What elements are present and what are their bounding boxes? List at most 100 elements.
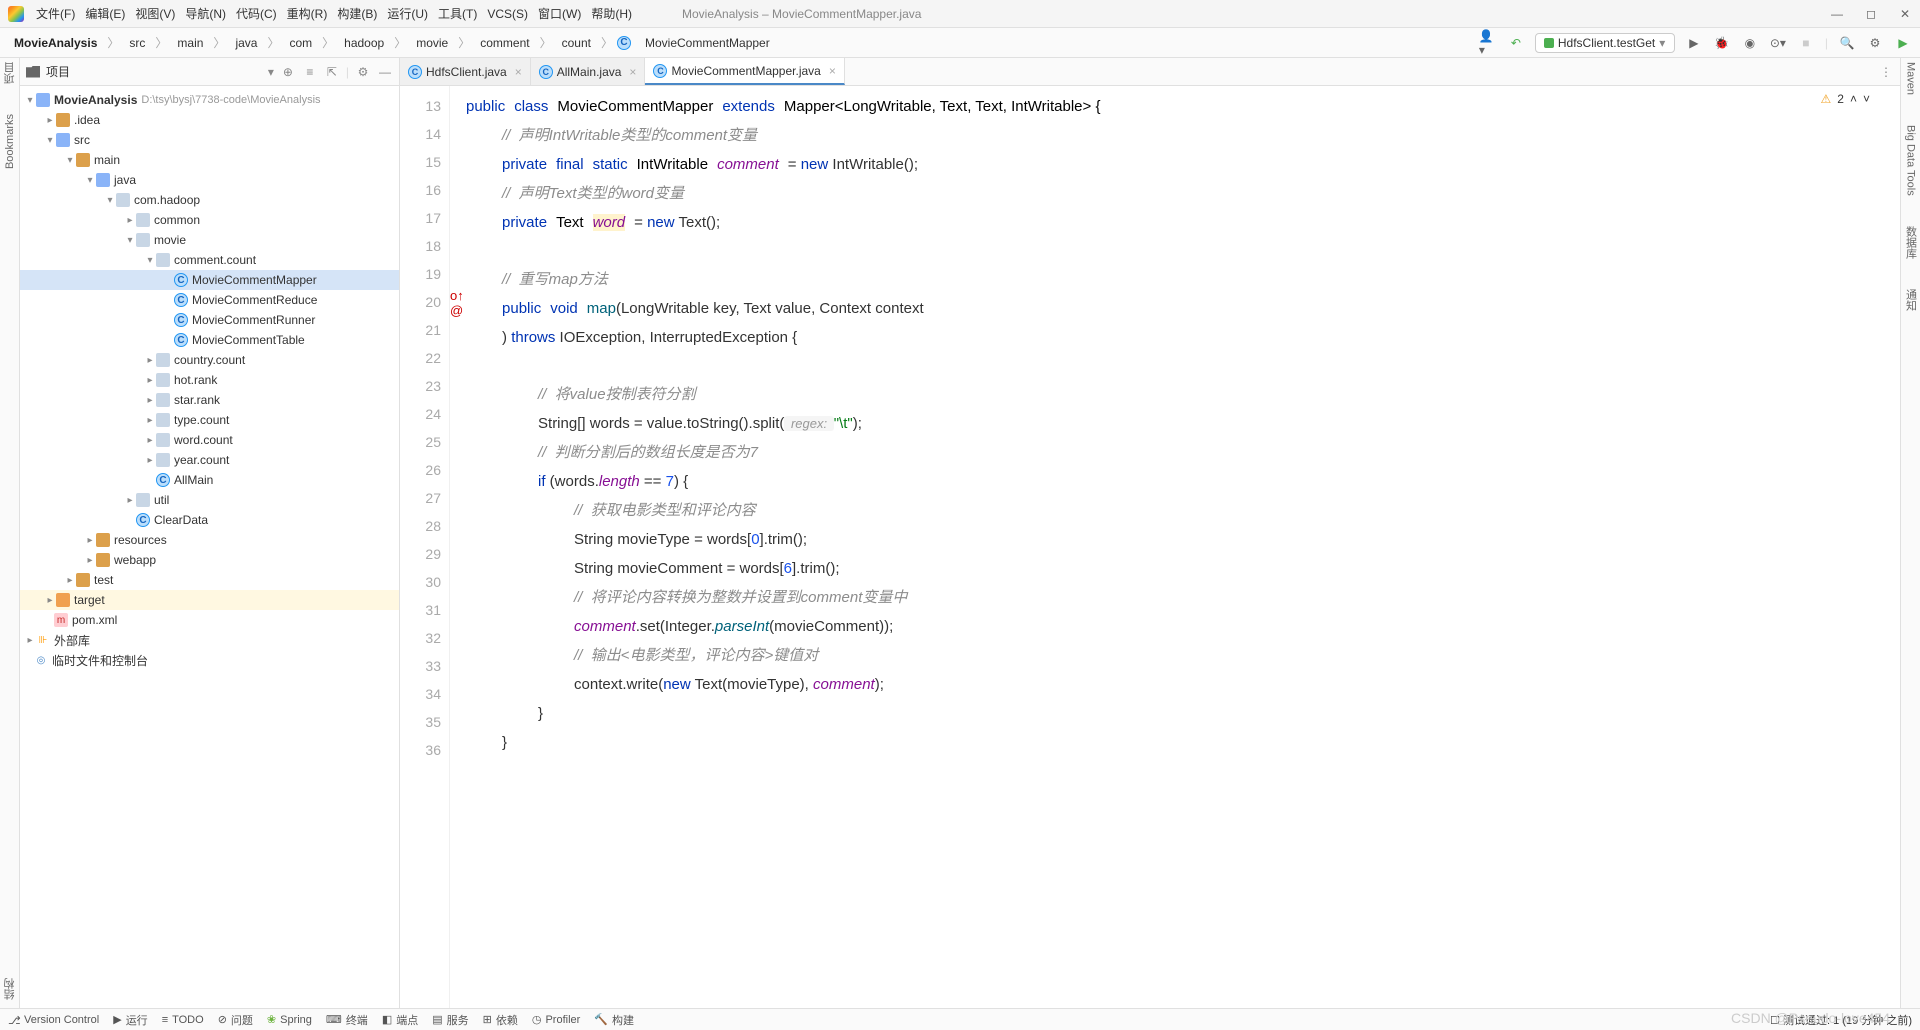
run-anything-icon[interactable]: ▶ <box>1894 34 1912 52</box>
tree-main[interactable]: main <box>94 153 120 167</box>
crumb-0[interactable]: MovieAnalysis <box>8 34 103 52</box>
tree-country[interactable]: country.count <box>174 353 245 367</box>
tree-webapp[interactable]: webapp <box>114 553 156 567</box>
problems-toolwindow-button[interactable]: ⊘问题 <box>218 1012 253 1028</box>
maximize-icon[interactable]: ◻ <box>1864 7 1878 21</box>
tree-pkg[interactable]: com.hadoop <box>134 193 200 207</box>
crumb-7[interactable]: comment <box>474 34 535 52</box>
maven-toolwindow-button[interactable]: Maven <box>1905 62 1917 95</box>
spring-toolwindow-button[interactable]: ❀Spring <box>267 1013 312 1026</box>
tree-resources[interactable]: resources <box>114 533 167 547</box>
menu-file[interactable]: 文件(F) <box>36 5 75 22</box>
menu-edit[interactable]: 编辑(E) <box>85 5 125 22</box>
chevron-up-icon[interactable]: ˄ <box>1850 92 1857 106</box>
back-arrow-icon[interactable]: ↶ <box>1507 34 1525 52</box>
database-toolwindow-button[interactable]: 数据库 <box>1903 226 1919 259</box>
crumb-9[interactable]: MovieCommentMapper <box>639 34 776 52</box>
menu-refactor[interactable]: 重构(R) <box>287 5 328 22</box>
tree-src[interactable]: src <box>74 133 90 147</box>
add-user-icon[interactable]: 👤▾ <box>1479 34 1497 52</box>
tree-target[interactable]: target <box>74 593 105 607</box>
coverage-button[interactable]: ◉ <box>1741 34 1759 52</box>
close-icon[interactable]: × <box>515 65 522 79</box>
target-icon[interactable]: ⊕ <box>280 64 296 80</box>
project-toolwindow-button[interactable]: 项目 <box>2 62 18 84</box>
tree-commentcount[interactable]: comment.count <box>174 253 256 267</box>
tree-file-mapper[interactable]: MovieCommentMapper <box>192 273 317 287</box>
collapse-all-icon[interactable]: ⇱ <box>324 64 340 80</box>
vcs-toolwindow-button[interactable]: ⎇Version Control <box>8 1014 99 1026</box>
tab-allmain[interactable]: CAllMain.java× <box>531 58 646 85</box>
menu-vcs[interactable]: VCS(S) <box>487 7 528 21</box>
tree-yearcount[interactable]: year.count <box>174 453 229 467</box>
debug-button[interactable]: 🐞 <box>1713 34 1731 52</box>
tree-common[interactable]: common <box>154 213 200 227</box>
run-config-dropdown[interactable]: HdfsClient.testGet ▾ <box>1535 33 1675 53</box>
inspection-badge[interactable]: ⚠2 ˄˅ <box>1821 92 1870 106</box>
tree-pom[interactable]: pom.xml <box>72 613 117 627</box>
dependencies-toolwindow-button[interactable]: ⊞依赖 <box>483 1012 518 1028</box>
crumb-3[interactable]: java <box>229 34 263 52</box>
tree-file-runner[interactable]: MovieCommentRunner <box>192 313 315 327</box>
expand-all-icon[interactable]: ≡ <box>302 64 318 80</box>
close-icon[interactable]: ✕ <box>1898 7 1912 21</box>
tree-movie[interactable]: movie <box>154 233 186 247</box>
menu-navigate[interactable]: 导航(N) <box>185 5 226 22</box>
crumb-6[interactable]: movie <box>410 34 454 52</box>
notifications-toolwindow-button[interactable]: 通知 <box>1903 289 1919 311</box>
tree-test[interactable]: test <box>94 573 113 587</box>
menu-view[interactable]: 视图(V) <box>135 5 175 22</box>
todo-toolwindow-button[interactable]: ≡TODO <box>162 1014 204 1026</box>
menu-help[interactable]: 帮助(H) <box>591 5 632 22</box>
run-button[interactable]: ▶ <box>1685 34 1703 52</box>
run-toolwindow-button[interactable]: ▶运行 <box>113 1012 147 1028</box>
tree-allmain[interactable]: AllMain <box>174 473 213 487</box>
tab-mapper[interactable]: CMovieCommentMapper.java× <box>645 58 844 85</box>
tree-starrank[interactable]: star.rank <box>174 393 220 407</box>
menu-tools[interactable]: 工具(T) <box>438 5 477 22</box>
tab-hdfsclient[interactable]: CHdfsClient.java× <box>400 58 531 85</box>
crumb-2[interactable]: main <box>171 34 209 52</box>
crumb-1[interactable]: src <box>123 34 151 52</box>
crumb-8[interactable]: count <box>556 34 597 52</box>
tree-idea[interactable]: .idea <box>74 113 100 127</box>
menu-window[interactable]: 窗口(W) <box>538 5 581 22</box>
close-icon[interactable]: × <box>629 65 636 79</box>
code-editor[interactable]: public class MovieCommentMapper extends … <box>450 86 1900 1008</box>
tree-file-reduce[interactable]: MovieCommentReduce <box>192 293 317 307</box>
structure-toolwindow-button[interactable]: 结构 <box>2 978 18 1000</box>
services-toolwindow-button[interactable]: ▤服务 <box>432 1012 468 1028</box>
tree-typecount[interactable]: type.count <box>174 413 229 427</box>
close-icon[interactable]: × <box>829 64 836 78</box>
tree-util[interactable]: util <box>154 493 169 507</box>
bookmarks-toolwindow-button[interactable]: Bookmarks <box>4 114 16 169</box>
menu-code[interactable]: 代码(C) <box>236 5 277 22</box>
bigdata-toolwindow-button[interactable]: Big Data Tools <box>1905 125 1917 196</box>
search-icon[interactable]: 🔍 <box>1838 34 1856 52</box>
settings-icon[interactable]: ⚙ <box>1866 34 1884 52</box>
tree-file-table[interactable]: MovieCommentTable <box>192 333 305 347</box>
tree-root[interactable]: MovieAnalysis <box>54 93 137 107</box>
minimize-icon[interactable]: — <box>1830 7 1844 21</box>
hide-icon[interactable]: — <box>377 64 393 80</box>
menu-run[interactable]: 运行(U) <box>387 5 428 22</box>
endpoints-toolwindow-button[interactable]: ◧端点 <box>382 1012 418 1028</box>
crumb-5[interactable]: hadoop <box>338 34 390 52</box>
override-gutter-icon[interactable]: o↑ @ <box>450 288 476 318</box>
tree-wordcount[interactable]: word.count <box>174 433 233 447</box>
profile-button[interactable]: ⊙▾ <box>1769 34 1787 52</box>
stop-button[interactable]: ■ <box>1797 34 1815 52</box>
tree-hotrank[interactable]: hot.rank <box>174 373 217 387</box>
tree-cleardata[interactable]: ClearData <box>154 513 208 527</box>
editor-body[interactable]: ⚠2 ˄˅ 131415 161718 192021 222324 252627… <box>400 86 1900 1008</box>
tree-extlib[interactable]: 外部库 <box>54 632 90 649</box>
project-tree[interactable]: ▾MovieAnalysisD:\tsy\bysj\7738-code\Movi… <box>20 86 399 1008</box>
tabs-more-icon[interactable]: ⋮ <box>1872 58 1900 85</box>
chevron-down-icon[interactable]: ▾ <box>268 65 274 79</box>
crumb-4[interactable]: com <box>283 34 318 52</box>
tree-java[interactable]: java <box>114 173 136 187</box>
menu-build[interactable]: 构建(B) <box>337 5 377 22</box>
chevron-down-icon[interactable]: ˅ <box>1863 92 1870 106</box>
gear-icon[interactable]: ⚙ <box>355 64 371 80</box>
terminal-toolwindow-button[interactable]: ⌨终端 <box>326 1012 368 1028</box>
